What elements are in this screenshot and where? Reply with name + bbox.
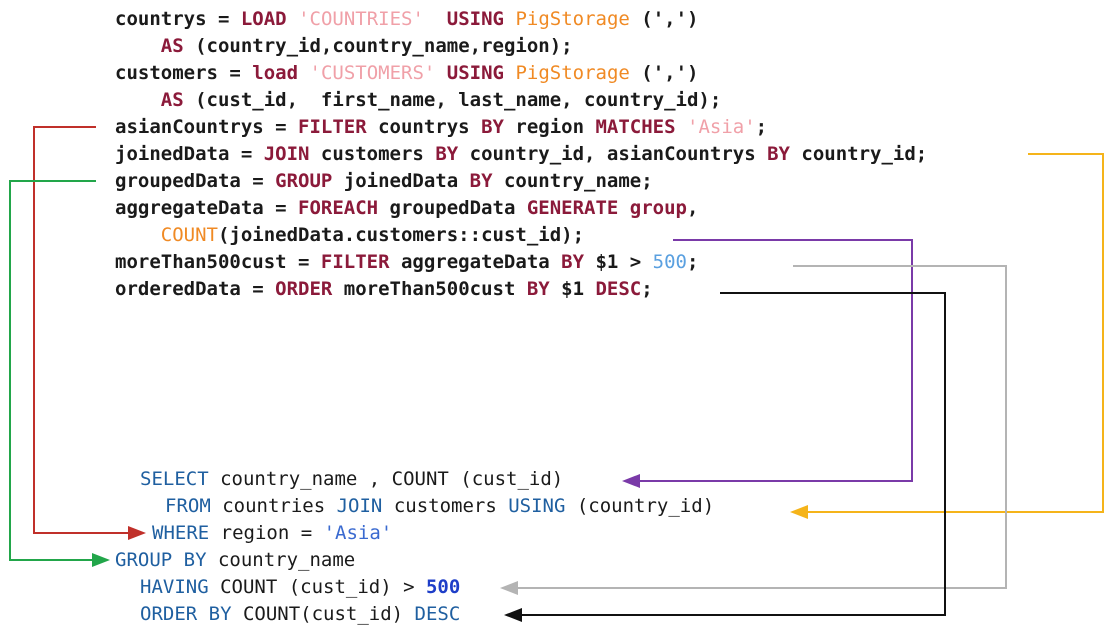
arrow-line — [9, 180, 96, 561]
arrowhead — [128, 526, 146, 540]
connector-arrows — [9, 126, 1104, 622]
arrowhead — [790, 505, 808, 519]
arrowhead — [92, 553, 110, 567]
arrow-group-to-group-by — [9, 180, 110, 567]
arrow-line — [640, 239, 913, 482]
arrow-order-to-order-by — [504, 292, 946, 622]
arrowhead — [622, 474, 640, 488]
arrowhead — [504, 608, 522, 622]
arrow-filter-to-where — [33, 126, 146, 540]
code-mapping-diagram: countrys = LOAD 'COUNTRIES' USING PigSto… — [0, 0, 1107, 625]
arrow-count-to-select — [622, 239, 913, 488]
arrow-line — [522, 292, 946, 616]
arrowhead — [500, 581, 518, 595]
arrow-line — [33, 126, 128, 534]
arrow-join-to-from — [790, 153, 1104, 519]
arrow-filter-to-having — [500, 265, 1007, 595]
arrow-line — [518, 265, 1007, 589]
arrow-line — [808, 153, 1104, 513]
